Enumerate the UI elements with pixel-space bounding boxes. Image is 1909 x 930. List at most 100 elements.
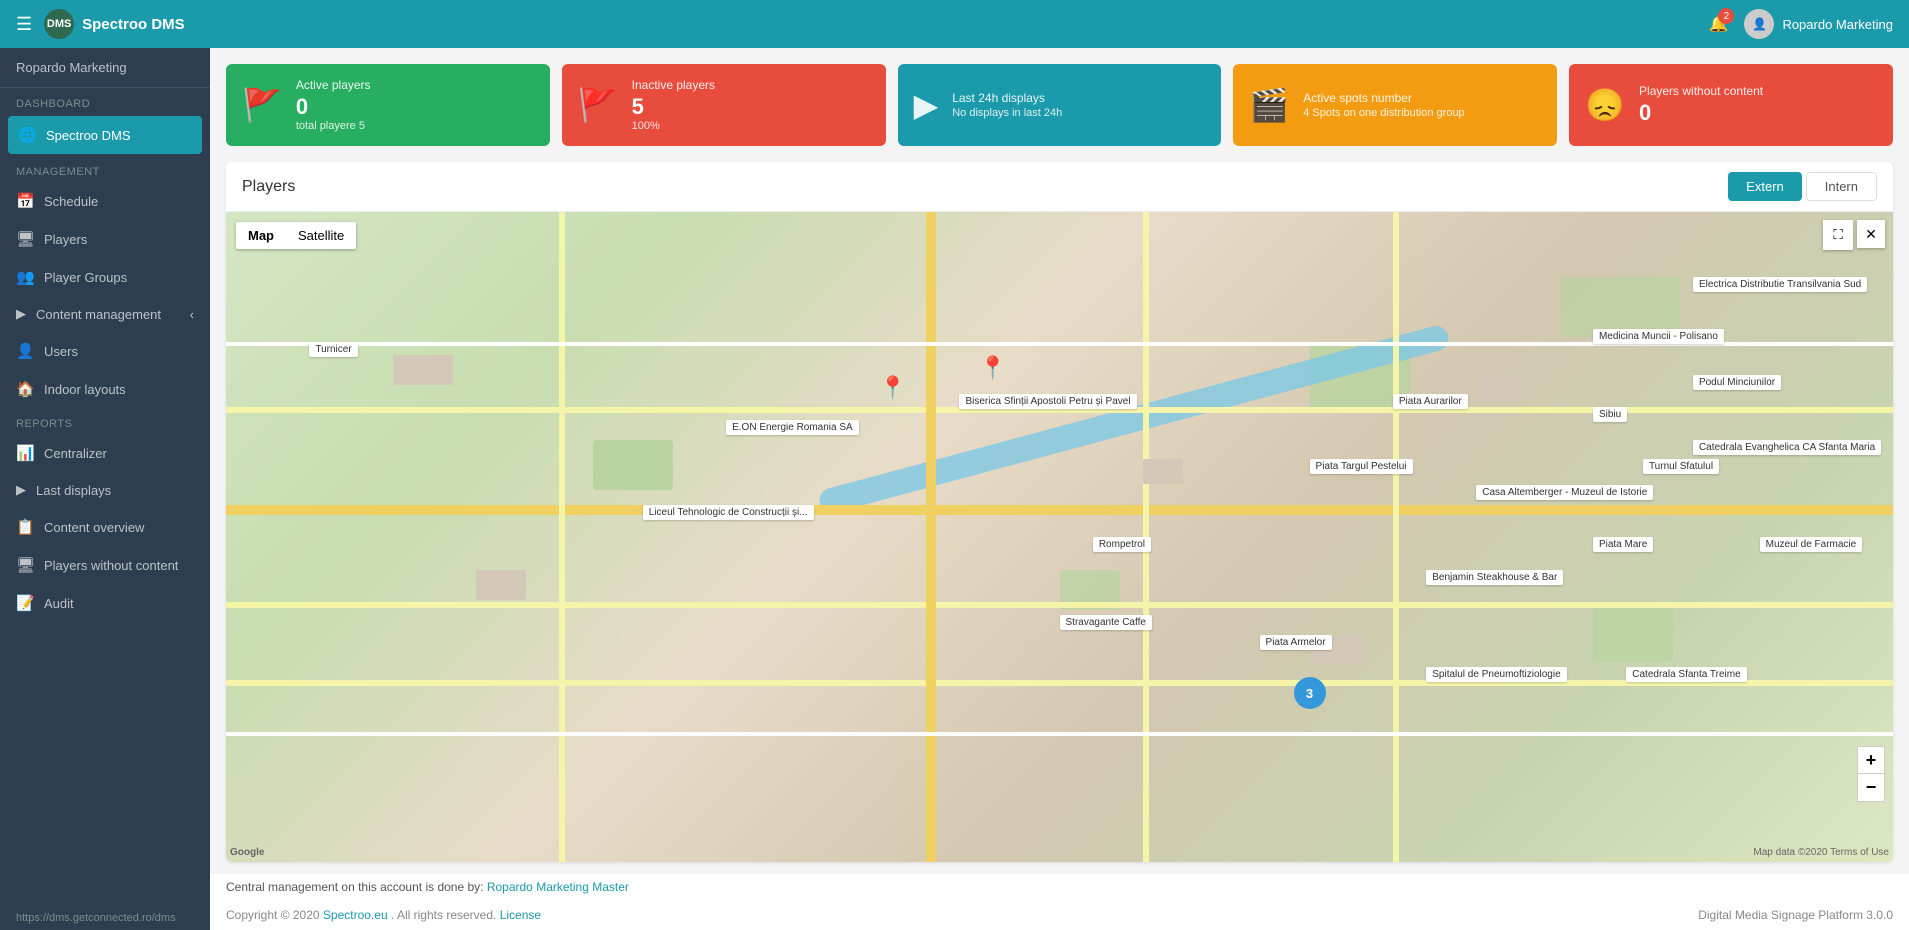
schedule-label: Schedule	[44, 194, 98, 209]
page-footer: Copyright © 2020 Spectroo.eu . All right…	[210, 900, 1909, 930]
sidebar-item-indoor-layouts[interactable]: 🏠 Indoor layouts	[0, 370, 210, 408]
sidebar: Ropardo Marketing Dashboard 🌐 Spectroo D…	[0, 48, 210, 930]
player-groups-label: Player Groups	[44, 270, 127, 285]
map-label-17: Turnul Sfatulul	[1643, 459, 1719, 474]
hamburger-icon[interactable]: ☰	[16, 14, 32, 35]
inactive-players-icon: 🚩	[578, 86, 618, 124]
map-label-15: Spitalul de Pneumoftiziologie	[1426, 667, 1566, 682]
stat-cards: 🚩 Active players 0 total playere 5 🚩 Ina…	[210, 48, 1909, 162]
content-overview-icon: 📋	[16, 518, 34, 536]
map-label-8: Piata Targul Pestelui	[1310, 459, 1413, 474]
zoom-in-button[interactable]: +	[1857, 746, 1885, 774]
active-spots-sub: 4 Spots on one distribution group	[1303, 107, 1464, 119]
user-name: Ropardo Marketing	[1782, 17, 1893, 32]
players-section-title: Players	[242, 178, 295, 196]
map-label-4: Liceul Tehnologic de Construcții și...	[643, 505, 814, 520]
content-overview-label: Content overview	[44, 520, 144, 535]
stat-card-active-spots: 🎬 Active spots number 4 Spots on one dis…	[1233, 64, 1557, 146]
content-mgmt-label: Content management	[36, 307, 161, 322]
map-fullscreen-button[interactable]: ⛶	[1823, 220, 1853, 250]
map-type-satellite[interactable]: Satellite	[286, 222, 356, 249]
map-close-button[interactable]: ✕	[1857, 220, 1885, 248]
navbar-right: 🔔 2 👤 Ropardo Marketing	[1709, 9, 1893, 39]
pwc-label: Players without content	[44, 558, 178, 573]
spectroo-icon: 🌐	[18, 126, 36, 144]
footer-brand-link[interactable]: Spectroo.eu	[323, 908, 388, 922]
footer-rights: . All rights reserved.	[391, 908, 496, 922]
map-marker-2: 📍	[979, 355, 1006, 381]
audit-icon: 📝	[16, 594, 34, 612]
map-label-21: Electrica Distributie Transilvania Sud	[1693, 277, 1867, 292]
inactive-players-title: Inactive players	[632, 78, 715, 92]
map-type-map[interactable]: Map	[236, 222, 286, 249]
zoom-out-button[interactable]: −	[1857, 774, 1885, 802]
sidebar-item-users[interactable]: 👤 Users	[0, 332, 210, 370]
active-players-sub: total playere 5	[296, 120, 371, 132]
map-placeholder[interactable]: Turnicer E.ON Energie Romania SA Biseric…	[226, 212, 1893, 862]
map-container: Turnicer E.ON Energie Romania SA Biseric…	[226, 212, 1893, 862]
tab-extern[interactable]: Extern	[1728, 172, 1802, 201]
brand-name: Spectroo DMS	[82, 16, 185, 33]
map-label-6: Stravagante Caffe	[1060, 615, 1152, 630]
users-icon: 👤	[16, 342, 34, 360]
players-label: Players	[44, 232, 87, 247]
map-label-14: Benjamin Steakhouse & Bar	[1426, 570, 1563, 585]
navbar-left: ☰ DMS Spectroo DMS	[16, 9, 185, 39]
sidebar-item-players[interactable]: 🖥 Players	[0, 220, 210, 258]
last-displays-icon: ▶	[16, 482, 26, 498]
main-content: 🚩 Active players 0 total playere 5 🚩 Ina…	[210, 48, 1909, 930]
tab-intern[interactable]: Intern	[1806, 172, 1877, 201]
footer-license-link[interactable]: License	[500, 908, 541, 922]
pwc-stat-icon: 😞	[1585, 86, 1625, 124]
sidebar-item-centralizer[interactable]: 📊 Centralizer	[0, 434, 210, 472]
map-label-19: Catedrala Evanghelica CA Sfanta Maria	[1693, 440, 1881, 455]
footer-copyright: Copyright © 2020	[226, 908, 320, 922]
active-players-title: Active players	[296, 78, 371, 92]
notification-badge: 2	[1718, 8, 1734, 24]
pwc-stat-value: 0	[1639, 100, 1763, 126]
navbar: ☰ DMS Spectroo DMS 🔔 2 👤 Ropardo Marketi…	[0, 0, 1909, 48]
user-info: 👤 Ropardo Marketing	[1744, 9, 1893, 39]
last-displays-label: Last displays	[36, 483, 111, 498]
expand-icon: ‹	[190, 307, 194, 322]
active-spots-text: Active spots number 4 Spots on one distr…	[1303, 91, 1464, 119]
map-label-13: Medicina Muncii - Polisano	[1593, 329, 1724, 344]
player-groups-icon: 👥	[16, 268, 34, 286]
sidebar-item-spectroo-dms[interactable]: 🌐 Spectroo DMS	[8, 116, 202, 154]
map-label-3: Biserica Sfinții Apostoli Petru și Pavel	[959, 394, 1136, 409]
reports-section: Reports	[0, 408, 210, 434]
notification-bell[interactable]: 🔔 2	[1709, 14, 1729, 34]
stat-card-inactive-players: 🚩 Inactive players 5 100%	[562, 64, 886, 146]
map-label-11: Sibiu	[1593, 407, 1627, 422]
stat-card-players-without-content: 😞 Players without content 0	[1569, 64, 1893, 146]
indoor-layouts-label: Indoor layouts	[44, 382, 126, 397]
centralizer-label: Centralizer	[44, 446, 107, 461]
master-link[interactable]: Ropardo Marketing Master	[487, 880, 629, 894]
central-mgmt-text: Central management on this account is do…	[226, 880, 483, 894]
active-players-text: Active players 0 total playere 5	[296, 78, 371, 132]
brand-avatar: DMS	[44, 9, 74, 39]
map-label-18: Podul Minciunilor	[1693, 375, 1781, 390]
sidebar-item-content-management[interactable]: ▶ Content management ‹	[0, 296, 210, 332]
sidebar-item-last-displays[interactable]: ▶ Last displays	[0, 472, 210, 508]
sidebar-item-schedule[interactable]: 📅 Schedule	[0, 182, 210, 220]
sidebar-url: https://dms.getconnected.ro/dms	[0, 906, 210, 930]
layout: Ropardo Marketing Dashboard 🌐 Spectroo D…	[0, 48, 1909, 930]
inactive-players-sub: 100%	[632, 120, 715, 132]
map-label-10: Casa Altemberger - Muzeul de Istorie	[1476, 485, 1653, 500]
sidebar-item-content-overview[interactable]: 📋 Content overview	[0, 508, 210, 546]
players-header: Players Extern Intern	[226, 162, 1893, 212]
user-avatar: 👤	[1744, 9, 1774, 39]
sidebar-item-player-groups[interactable]: 👥 Player Groups	[0, 258, 210, 296]
sidebar-item-players-without-content[interactable]: 🖥 Players without content	[0, 546, 210, 584]
sidebar-item-audit[interactable]: 📝 Audit	[0, 584, 210, 622]
active-spots-title: Active spots number	[1303, 91, 1464, 105]
map-label-7: Piata Armelor	[1260, 635, 1332, 650]
players-tabs: Extern Intern	[1728, 172, 1877, 201]
users-label: Users	[44, 344, 78, 359]
brand: DMS Spectroo DMS	[44, 9, 185, 39]
pwc-stat-title: Players without content	[1639, 84, 1763, 98]
last24h-icon: ▶	[914, 86, 939, 124]
active-spots-icon: 🎬	[1249, 86, 1289, 124]
footer-platform: Digital Media Signage Platform 3.0.0	[1698, 908, 1893, 922]
